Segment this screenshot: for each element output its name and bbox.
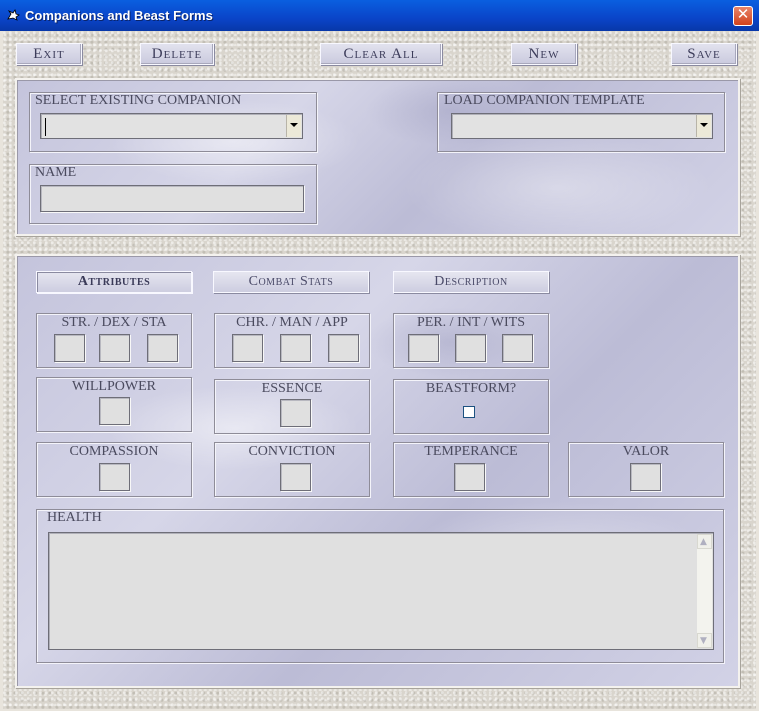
dexterity-field[interactable] — [99, 334, 130, 362]
intelligence-field[interactable] — [455, 334, 486, 362]
essence-label: ESSENCE — [261, 381, 323, 396]
name-label: NAME — [35, 165, 77, 180]
perception-field[interactable] — [408, 334, 439, 362]
appearance-field[interactable] — [328, 334, 359, 362]
close-icon: ✕ — [736, 5, 750, 23]
strength-field[interactable] — [54, 334, 85, 362]
valor-field[interactable] — [630, 463, 661, 491]
title-bar[interactable]: Companions and Beast Forms ✕ — [0, 0, 759, 31]
scroll-up-icon: ▲ — [700, 537, 707, 547]
save-button[interactable]: Save — [671, 43, 737, 65]
load-template-label: LOAD COMPANION TEMPLATE — [444, 93, 645, 108]
valor-label: VALOR — [622, 444, 670, 459]
clear-all-button[interactable]: Clear All — [320, 43, 442, 65]
temperance-label: TEMPERANCE — [424, 444, 518, 459]
compassion-field[interactable] — [99, 463, 130, 491]
new-button[interactable]: New — [511, 43, 577, 65]
tab-description[interactable]: Description — [393, 271, 549, 293]
exit-button[interactable]: Exit — [16, 43, 82, 65]
load-template-combo[interactable] — [451, 113, 713, 139]
health-scrollbar[interactable]: ▲ ▼ — [697, 534, 712, 648]
load-template-dropdown-button[interactable] — [696, 115, 711, 137]
tab-attributes[interactable]: Attributes — [36, 271, 192, 293]
select-existing-dropdown-button[interactable] — [286, 115, 301, 137]
scroll-down-button[interactable]: ▼ — [697, 633, 712, 648]
chevron-down-icon — [290, 123, 298, 127]
health-label: HEALTH — [47, 510, 102, 525]
conviction-field[interactable] — [280, 463, 311, 491]
beastform-checkbox[interactable] — [463, 406, 475, 418]
window-title: Companions and Beast Forms — [25, 8, 213, 23]
temperance-field[interactable] — [454, 463, 485, 491]
charisma-field[interactable] — [232, 334, 263, 362]
text-caret — [45, 118, 46, 136]
wits-field[interactable] — [502, 334, 533, 362]
health-textarea[interactable]: ▲ ▼ — [48, 532, 714, 650]
select-existing-combo[interactable] — [40, 113, 303, 139]
scroll-up-button[interactable]: ▲ — [697, 534, 712, 549]
delete-button[interactable]: Delete — [140, 43, 214, 65]
conviction-label: CONVICTION — [248, 444, 336, 459]
tab-combat-stats[interactable]: Combat Stats — [213, 271, 369, 293]
chevron-down-icon — [700, 123, 708, 127]
companions-window: Companions and Beast Forms ✕ Exit Delete… — [0, 0, 759, 711]
beastform-label: BEASTFORM? — [425, 381, 517, 396]
dragon-icon[interactable] — [6, 8, 20, 22]
manipulation-field[interactable] — [280, 334, 311, 362]
compassion-label: COMPASSION — [69, 444, 159, 459]
social-attributes-label: CHR. / MAN / APP — [236, 315, 348, 330]
physical-attributes-label: STR. / DEX / STA — [61, 315, 167, 330]
willpower-label: WILLPOWER — [72, 379, 156, 394]
name-field[interactable] — [40, 185, 304, 212]
scroll-down-icon: ▼ — [700, 636, 707, 646]
essence-field[interactable] — [280, 399, 311, 427]
willpower-field[interactable] — [99, 397, 130, 425]
select-existing-label: SELECT EXISTING COMPANION — [35, 93, 242, 108]
close-button[interactable]: ✕ — [733, 5, 753, 26]
mental-attributes-label: PER. / INT / WITS — [417, 315, 525, 330]
stamina-field[interactable] — [147, 334, 178, 362]
